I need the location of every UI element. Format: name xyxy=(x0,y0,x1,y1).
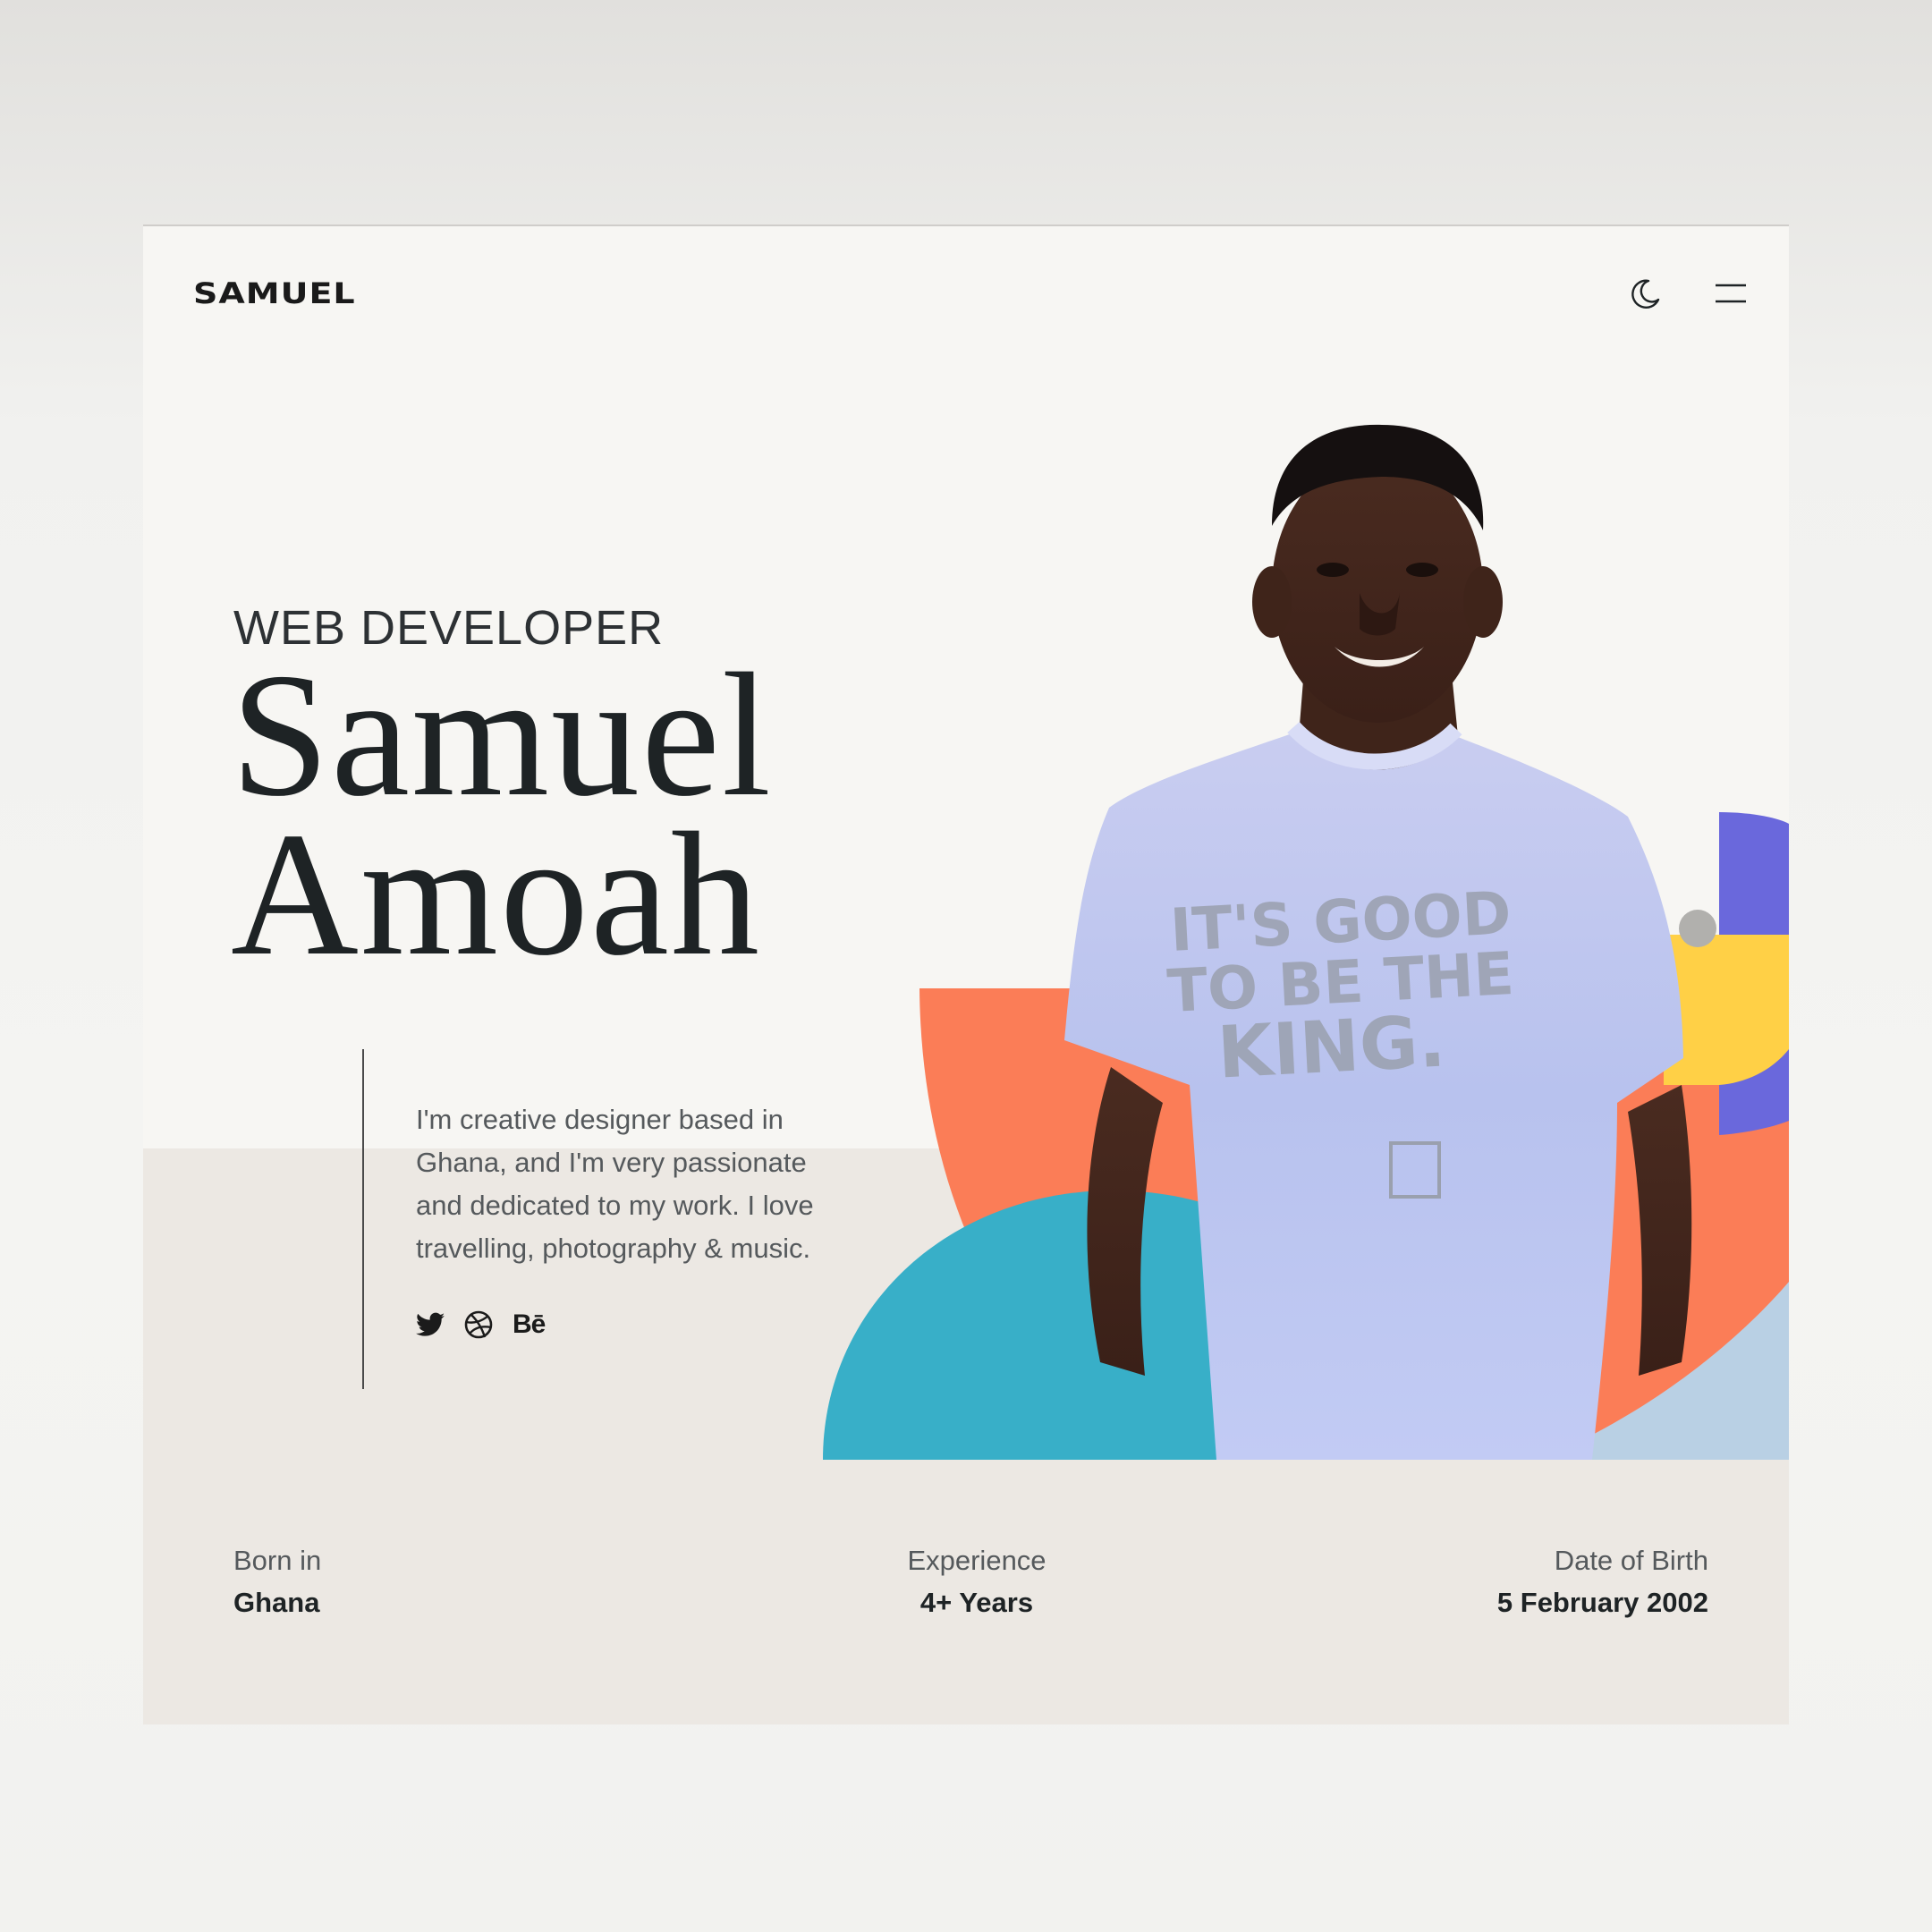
social-links: Bē xyxy=(416,1309,546,1341)
shirt-text-3: KING. xyxy=(1216,999,1447,1094)
last-name: Amoah xyxy=(231,796,761,992)
stat-value: 4+ Years xyxy=(919,1587,1034,1618)
stat-label: Experience xyxy=(907,1545,1046,1576)
hero-card: IT'S GOOD TO BE THE KING. SAMUEL WEB DEV… xyxy=(143,226,1789,1724)
stat-label: Born in xyxy=(233,1545,322,1576)
dark-mode-toggle[interactable] xyxy=(1619,267,1673,320)
behance-link[interactable]: Bē xyxy=(513,1309,546,1341)
divider-line xyxy=(362,1049,364,1389)
bio-text: I'm creative designer based in Ghana, an… xyxy=(416,1104,814,1264)
stat-born-in: Born in Ghana xyxy=(233,1541,321,1625)
dribbble-link[interactable] xyxy=(464,1309,493,1341)
dribbble-icon xyxy=(464,1310,493,1339)
twitter-link[interactable] xyxy=(416,1309,445,1341)
logo[interactable]: SAMUEL xyxy=(193,276,356,309)
shirt-text-1: IT'S GOOD xyxy=(1168,878,1513,965)
stat-date-of-birth: Date of Birth 5 February 2002 xyxy=(1497,1541,1708,1625)
menu-icon xyxy=(1716,284,1746,303)
stat-experience: Experience 4+ Years xyxy=(905,1541,1048,1625)
yellow-shape xyxy=(1664,935,1789,1085)
stat-label: Date of Birth xyxy=(1554,1545,1708,1576)
stat-value: 5 February 2002 xyxy=(1496,1587,1708,1618)
grey-dot xyxy=(1679,910,1716,947)
twitter-icon xyxy=(416,1312,445,1336)
bottom-band xyxy=(143,1148,1789,1724)
shirt-text-2: TO BE THE xyxy=(1165,939,1515,1026)
first-name: Samuel xyxy=(231,637,773,833)
hero-name: Samuel Amoah xyxy=(231,637,773,992)
purple-shape xyxy=(1719,812,1789,1135)
stat-value: Ghana xyxy=(233,1587,320,1618)
moon-icon xyxy=(1631,279,1660,309)
menu-button[interactable] xyxy=(1704,267,1758,320)
